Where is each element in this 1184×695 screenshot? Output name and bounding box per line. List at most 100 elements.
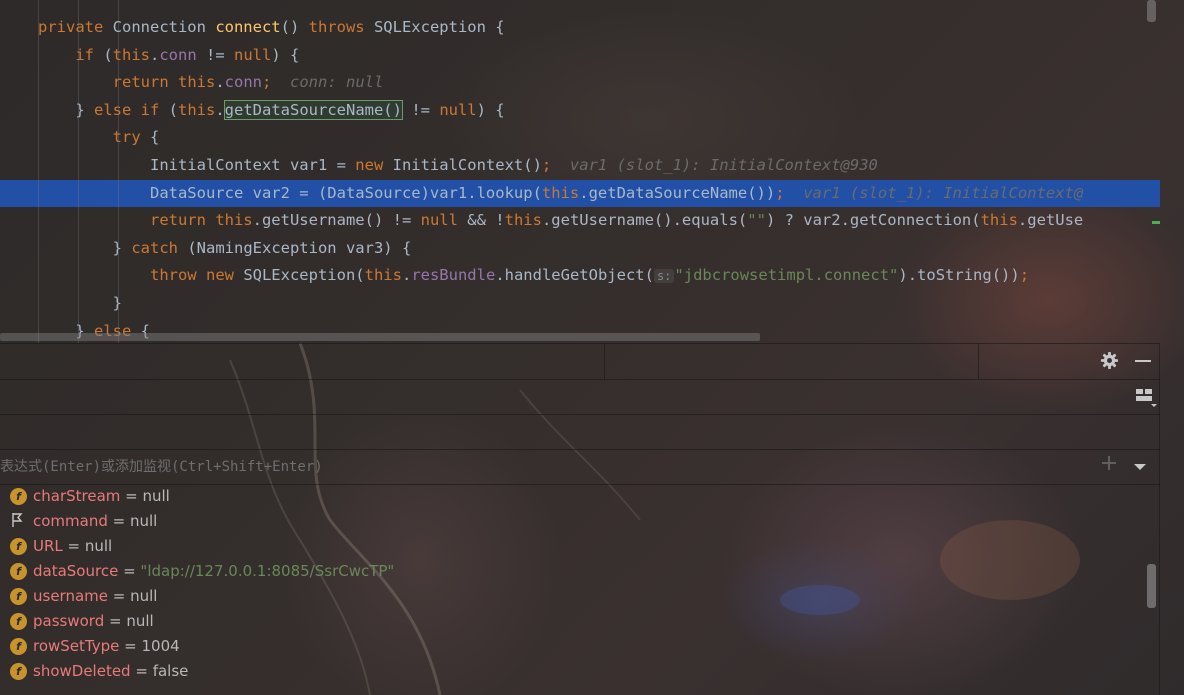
indent-guide (118, 0, 119, 343)
code-token: Connection (112, 18, 216, 36)
code-token: != (401, 100, 440, 119)
field-icon: f (10, 488, 27, 505)
code-line[interactable]: InitialContext var1 = new InitialContext… (0, 152, 1160, 179)
variable-name: username = null (33, 587, 158, 605)
code-token: ; (261, 73, 272, 92)
variable-value: null (84, 537, 113, 555)
code-token: .getDataSourceName()) (579, 183, 776, 202)
code-token: ; (1019, 266, 1030, 285)
code-token: } (38, 294, 122, 312)
variable-name: password = null (33, 612, 154, 630)
code-token: "" (747, 211, 766, 230)
variable-value: "ldap://127.0.0.1:8085/SsrCwcTP" (140, 562, 395, 580)
field-icon: f (10, 538, 27, 555)
code-token: conn (159, 45, 197, 64)
variables-tree: f charStream = null command = null f URL = n… (0, 484, 1145, 684)
variable-value: false (152, 662, 189, 680)
code-line[interactable]: try { (0, 124, 1160, 151)
variable-name: dataSource = "ldap://127.0.0.1:8085/SsrC… (33, 562, 395, 580)
variable-row[interactable]: f URL = null (0, 534, 1145, 559)
code-token: .handleGetObject( (495, 266, 654, 285)
variable-row[interactable]: f charStream = null (0, 484, 1145, 509)
chevron-down-icon[interactable] (1133, 458, 1147, 478)
code-token: != (196, 45, 234, 64)
code-token: connect (215, 18, 281, 36)
code-token: null (439, 100, 477, 119)
variable-value: 1004 (141, 637, 180, 655)
code-line[interactable]: } else if (this.getDataSourceName() != n… (0, 97, 1160, 124)
variable-value: null (129, 512, 158, 530)
field-icon: f (10, 588, 27, 605)
variable-row[interactable]: f username = null (0, 584, 1145, 609)
code-token: . (215, 73, 225, 92)
watch-expression-input[interactable]: 表达式(Enter)或添加监视(Ctrl+Shift+Enter) (0, 454, 1100, 480)
variable-value: null (142, 487, 170, 505)
panel-divider (0, 343, 1160, 344)
layout-icon[interactable] (1135, 386, 1159, 413)
equals-sign: = (130, 662, 153, 680)
code-line[interactable]: if (this.conn != null) { (0, 42, 1160, 69)
code-token: return (149, 211, 216, 230)
variable-row[interactable]: f showDeleted = false (0, 659, 1145, 684)
code-token: else if (94, 100, 169, 119)
variable-row[interactable]: command = null (0, 509, 1145, 534)
code-token: DataSource var2 = (DataSource)var1.looku… (38, 183, 542, 202)
code-token: ( (103, 45, 113, 64)
code-token: this (215, 211, 253, 230)
variable-name: URL = null (33, 537, 113, 555)
code-line[interactable]: } catch (NamingException var3) { (0, 235, 1160, 262)
gear-icon[interactable] (1100, 351, 1119, 375)
code-token: ) ? var2.getConnection( (765, 211, 981, 230)
variable-row[interactable]: f password = null (0, 609, 1145, 634)
panel-edge (1159, 343, 1160, 695)
code-token: ; (775, 183, 785, 202)
indent-guide (38, 0, 39, 343)
variable-name: rowSetType = 1004 (33, 637, 180, 655)
code-line[interactable]: return this.getUsername() != null && !th… (0, 207, 1160, 234)
code-token: throw (149, 266, 206, 285)
variable-row[interactable]: f rowSetType = 1004 (0, 634, 1145, 659)
code-token: { (149, 128, 160, 147)
inline-debug-value: var1 (slot_1): InitialContext@ (784, 183, 1084, 202)
minimize-icon[interactable] (1134, 352, 1152, 375)
code-token: this (541, 183, 580, 202)
toolbar-separator (604, 343, 605, 379)
code-line-current[interactable]: DataSource var2 = (DataSource)var1.looku… (0, 179, 1160, 207)
code-line[interactable]: throw new SQLException(this.resBundle.ha… (0, 262, 1160, 289)
variable-name: command = null (33, 512, 158, 530)
code-line[interactable]: } (0, 290, 1160, 317)
code-token: () (280, 18, 309, 36)
code-token: return (112, 73, 178, 92)
field-icon: f (10, 663, 27, 680)
code-token: ) { (271, 45, 300, 64)
code-editor[interactable]: private Connection connect() throws SQLE… (0, 0, 1184, 343)
code-token: new (205, 266, 244, 285)
panel-divider (0, 414, 1160, 415)
plus-icon[interactable] (1101, 455, 1117, 476)
code-token: .getUse (1017, 211, 1084, 230)
code-token: this (178, 100, 216, 119)
editor-horizontal-scrollbar[interactable] (0, 333, 760, 341)
code-token: } (38, 100, 94, 119)
panel-divider (0, 379, 1160, 380)
inline-debug-value: conn: null (271, 73, 384, 92)
editor-vertical-scrollbar[interactable] (1147, 0, 1156, 22)
code-token: if (75, 45, 104, 64)
equals-sign: = (107, 512, 130, 530)
code-token: null (420, 211, 468, 230)
code-token: && ! (467, 211, 505, 230)
equals-sign: = (119, 637, 142, 655)
code-line[interactable]: return this.conn; conn: null (0, 69, 1160, 96)
panel-divider (0, 449, 1160, 450)
variable-value: null (126, 612, 154, 630)
variables-scrollbar[interactable] (1147, 564, 1156, 608)
variable-row[interactable]: f dataSource = "ldap://127.0.0.1:8085/Ssr… (0, 559, 1145, 584)
code-token: getDataSourceName() (223, 99, 403, 120)
code-token: catch (131, 238, 188, 257)
code-line[interactable]: private Connection connect() throws SQLE… (0, 14, 1160, 41)
